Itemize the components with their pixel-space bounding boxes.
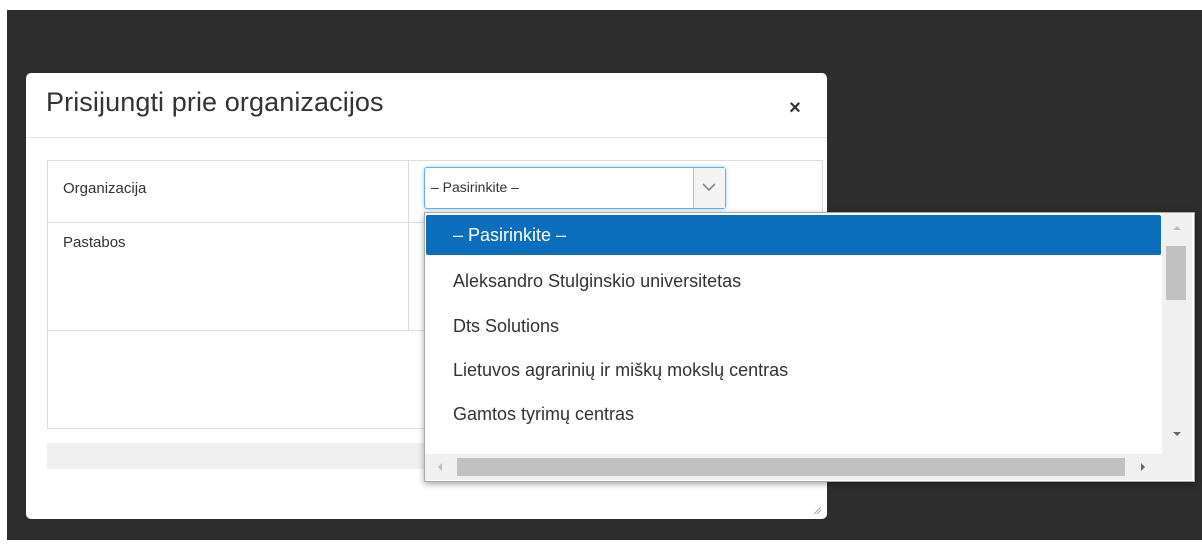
- notes-label: Pastabos: [63, 234, 126, 251]
- dropdown-option[interactable]: Gamtos tyrimų centras: [426, 394, 1161, 434]
- organization-select-value: – Pasirinkite –: [431, 179, 519, 195]
- organization-select[interactable]: – Pasirinkite –: [424, 167, 726, 209]
- dropdown-option[interactable]: Lietuvos agrarinių ir miškų mokslų centr…: [426, 350, 1161, 390]
- horizontal-scrollbar[interactable]: [425, 454, 1162, 480]
- close-button[interactable]: ×: [786, 97, 804, 119]
- dropdown-option[interactable]: – Pasirinkite –: [426, 215, 1161, 255]
- horizontal-scroll-thumb[interactable]: [457, 458, 1125, 476]
- scroll-up-arrow-icon[interactable]: [1170, 221, 1184, 235]
- close-icon: ×: [789, 97, 801, 119]
- scroll-right-arrow-icon[interactable]: [1136, 460, 1150, 474]
- dropdown-option[interactable]: Dts Solutions: [426, 306, 1161, 346]
- column-divider: [408, 161, 409, 330]
- organization-label: Organizacija: [63, 180, 147, 197]
- dialog-title: Prisijungti prie organizacijos: [46, 87, 384, 117]
- scroll-left-arrow-icon[interactable]: [433, 460, 447, 474]
- resize-grip-icon[interactable]: [812, 502, 822, 515]
- vertical-scroll-thumb[interactable]: [1166, 246, 1186, 300]
- organization-dropdown-list[interactable]: – Pasirinkite – Aleksandro Stulginskio u…: [424, 212, 1195, 482]
- vertical-scrollbar[interactable]: [1162, 213, 1192, 454]
- dropdown-option[interactable]: Aleksandro Stulginskio universitetas: [426, 261, 1161, 301]
- chevron-down-icon: [702, 183, 716, 192]
- scrollbar-corner: [1162, 454, 1192, 480]
- dialog-header: Prisijungti prie organizacijos ×: [26, 73, 827, 138]
- select-dropdown-button[interactable]: [693, 168, 725, 208]
- scroll-down-arrow-icon[interactable]: [1170, 427, 1184, 441]
